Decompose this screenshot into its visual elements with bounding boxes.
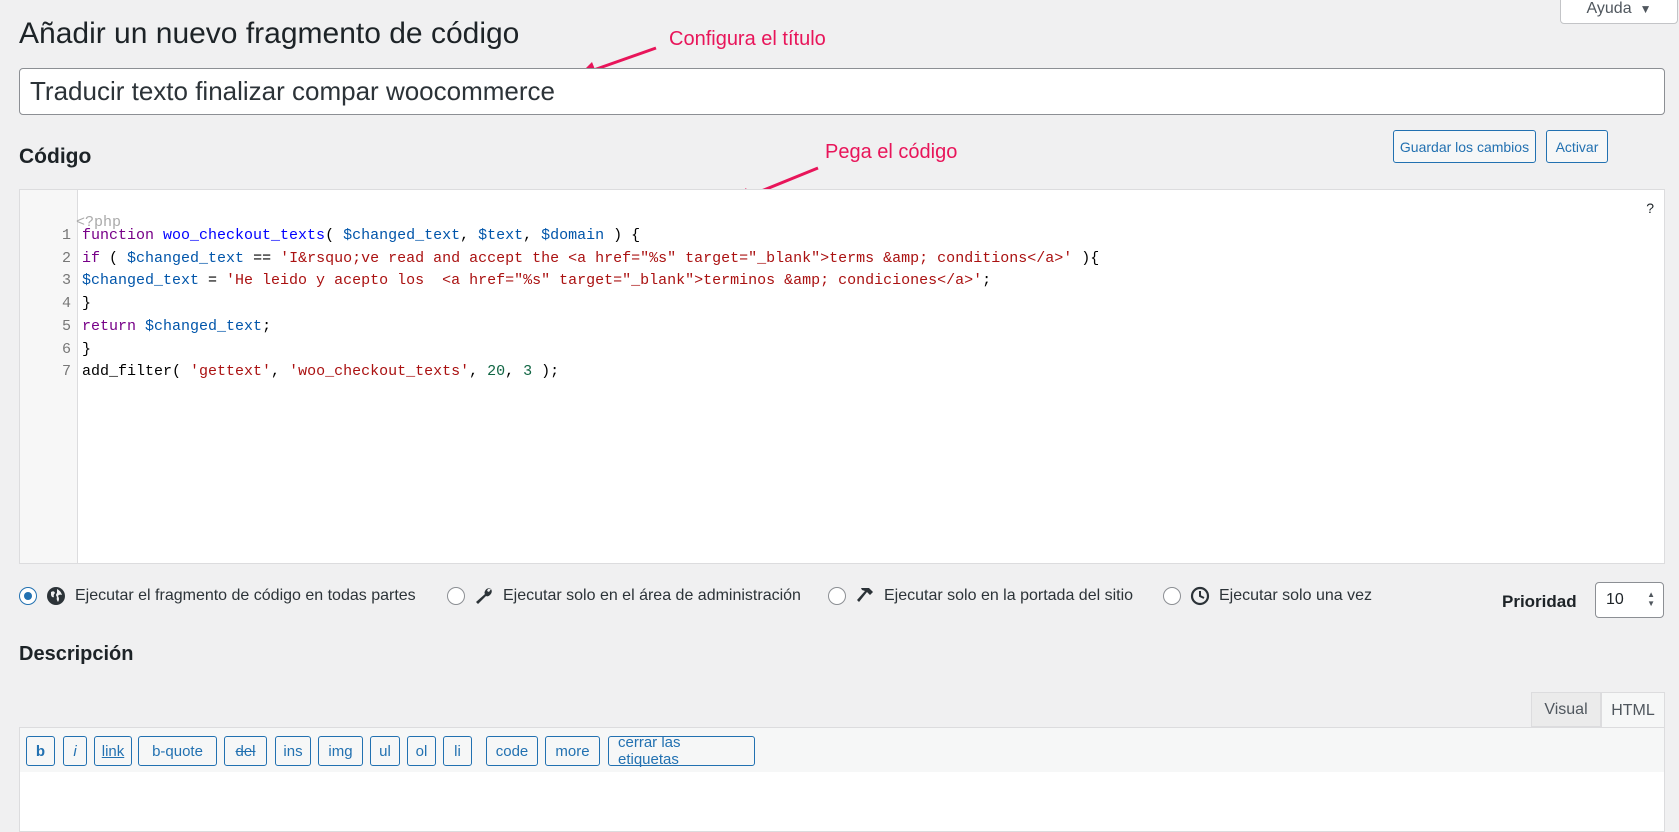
code-text: add_filter( 'gettext', 'woo_checkout_tex… (82, 363, 560, 381)
scope-label: Ejecutar solo en el área de administraci… (503, 587, 801, 604)
code-line-header: <?php (20, 190, 1660, 231)
code-text: function woo_checkout_texts( $changed_te… (82, 227, 641, 244)
priority-label: Prioridad (1502, 592, 1577, 611)
scope-label: Ejecutar el fragmento de código en todas… (75, 587, 416, 604)
line-number: 5 (61, 317, 71, 335)
code-line: 2 if ( $changed_text == 'I&rsquo;ve read … (20, 248, 1660, 270)
editor-help-mark[interactable]: ? (1646, 200, 1654, 216)
scope-radio[interactable] (1163, 587, 1181, 605)
scope-radio[interactable] (828, 587, 846, 605)
quicktag-button-b-quote[interactable]: b-quote (138, 736, 217, 766)
scope-radio[interactable] (19, 587, 37, 605)
caret-down-icon: ▼ (1639, 2, 1652, 16)
spinner-arrows-icon[interactable]: ▲ ▼ (1647, 590, 1655, 608)
scope-radio[interactable] (447, 587, 465, 605)
code-text: if ( $changed_text == 'I&rsquo;ve read a… (82, 249, 1100, 267)
scope-label: Ejecutar solo una vez (1219, 587, 1372, 604)
line-number: 6 (61, 340, 71, 358)
line-number: 3 (61, 272, 71, 290)
line-number: 1 (61, 227, 71, 244)
quicktag-button-ins[interactable]: ins (275, 736, 311, 766)
code-text: } (82, 295, 92, 313)
priority-value: 10 (1606, 591, 1624, 608)
description-textarea[interactable] (19, 772, 1665, 832)
code-text: $changed_text = 'He leido y acepto los <… (82, 272, 992, 290)
quicktag-button-ul[interactable]: ul (370, 736, 400, 766)
save-changes-button[interactable]: Guardar los cambios (1393, 130, 1536, 163)
scope-label: Ejecutar solo en la portada del sitio (884, 587, 1134, 604)
code-line: 3 $changed_text = 'He leido y acepto los … (20, 270, 1660, 292)
line-number: 2 (61, 249, 71, 267)
line-number: 4 (61, 295, 71, 313)
hammer-icon (854, 585, 876, 607)
code-section-heading: Código (19, 145, 92, 168)
quicktags-toolbar: b i link b-quote del ins img ul ol li code more cerr… (19, 727, 1665, 773)
code-line: 7 add_filter( 'gettext', 'woo_checkout_te… (20, 361, 1660, 383)
snippet-title-input[interactable] (19, 68, 1665, 115)
wrench-icon (473, 585, 495, 607)
quicktag-button-cerrar-las-etiquetas[interactable]: cerrar las etiquetas (608, 734, 755, 768)
annotation-title-hint: Configura el título (669, 28, 826, 50)
code-text: } (82, 340, 92, 358)
quicktag-button-link[interactable]: link (94, 736, 132, 766)
priority-input[interactable]: 10 ▲ ▼ (1595, 582, 1664, 618)
quicktag-button-more[interactable]: more (545, 736, 600, 766)
quicktag-button-img[interactable]: img (318, 736, 363, 766)
tab-html[interactable]: HTML (1601, 692, 1665, 728)
clock-icon (1189, 585, 1211, 607)
quicktag-button-i[interactable]: i (63, 736, 87, 766)
code-text: return $changed_text; (82, 317, 272, 335)
scope-option[interactable]: Ejecutar solo una vez (1163, 585, 1372, 607)
annotation-code-hint: Pega el código (825, 141, 958, 163)
description-heading: Descripción (19, 643, 134, 665)
help-label: Ayuda (1586, 0, 1632, 17)
help-tab-button[interactable]: Ayuda ▼ (1560, 0, 1678, 24)
tab-visual[interactable]: Visual (1531, 692, 1601, 727)
code-line: 6} (20, 339, 1660, 361)
page-title: Añadir un nuevo fragmento de código (19, 17, 520, 50)
code-line: 5 return $changed_text; (20, 316, 1660, 338)
code-editor[interactable]: <?php 1 function woo_checkout_texts( $cha… (19, 189, 1665, 564)
scope-option[interactable]: Ejecutar el fragmento de código en todas… (19, 585, 416, 607)
quicktag-button-code[interactable]: code (486, 736, 538, 766)
activate-button[interactable]: Activar (1546, 130, 1608, 163)
quicktag-button-del[interactable]: del (224, 736, 267, 766)
quicktag-button-ol[interactable]: ol (407, 736, 436, 766)
globe-icon (45, 585, 67, 607)
scope-option[interactable]: Ejecutar solo en el área de administraci… (447, 585, 801, 607)
line-number: 7 (61, 363, 71, 381)
code-line: 4} (20, 293, 1660, 315)
quicktag-button-b[interactable]: b (26, 736, 55, 766)
quicktag-button-li[interactable]: li (443, 736, 472, 766)
code-line: 1 function woo_checkout_texts( $changed_t… (20, 225, 1660, 247)
scope-option[interactable]: Ejecutar solo en la portada del sitio (828, 585, 1133, 607)
